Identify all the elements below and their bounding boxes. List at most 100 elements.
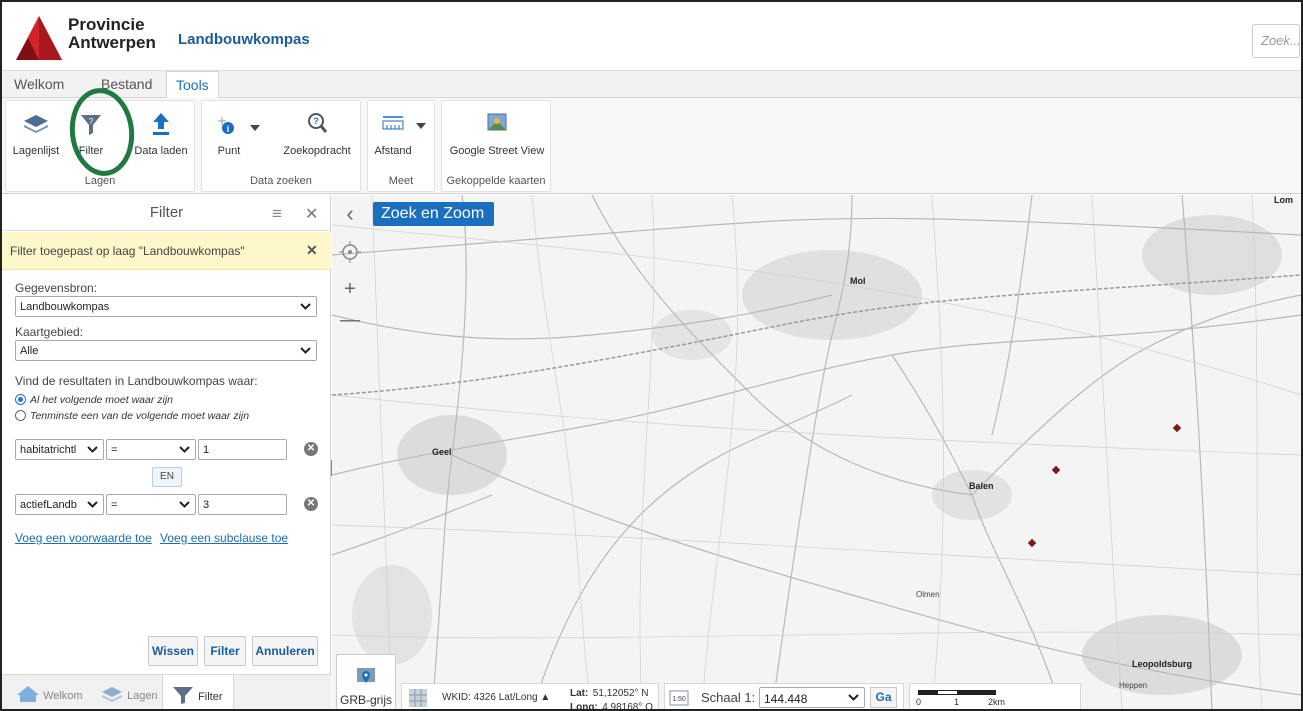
source-select[interactable]: Landbouwkompas [15, 296, 317, 317]
place-label: Heppen [1119, 681, 1148, 690]
long-label: Long: [570, 702, 598, 711]
add-condition-link[interactable]: Voeg een voorwaarde toe [15, 531, 152, 545]
add-subclause-link[interactable]: Voeg een subclause toe [160, 531, 288, 545]
go-button[interactable]: Ga [870, 687, 897, 708]
source-select-value: Landbouwkompas [20, 301, 110, 313]
tab-tools[interactable]: Tools [166, 71, 219, 99]
zoom-out-button[interactable]: — [338, 309, 362, 333]
source-label: Gegevensbron: [15, 281, 98, 295]
zoekopdracht-label: Zoekopdracht [283, 145, 351, 157]
remove-condition-icon[interactable]: ✕ [304, 497, 318, 511]
app-title[interactable]: Landbouwkompas [178, 31, 310, 48]
place-label: Balen [969, 481, 994, 491]
filter-label: Filter [78, 145, 104, 157]
zoek-en-zoom-button[interactable]: Zoek en Zoom [373, 202, 495, 226]
ribbon-group-meet-label: Meet [388, 175, 414, 187]
zoom-in-button[interactable]: + [338, 278, 362, 302]
remove-condition-icon[interactable]: ✕ [304, 442, 318, 456]
radio-any-dot[interactable] [15, 410, 26, 421]
chevron-down-icon [848, 691, 859, 703]
coordinate-display: WKID: 4326 Lat/Long ▲ Lat: 51,12052° N L… [401, 683, 659, 711]
filter-notice: Filter toegepast op laag "Landbouwkompas… [2, 232, 331, 270]
home-icon [17, 686, 39, 702]
notice-close-icon[interactable]: ✕ [306, 242, 318, 259]
google-street-view-button[interactable]: Google Street View [444, 111, 550, 157]
provincie-logo-icon [16, 16, 62, 60]
area-label: Kaartgebied: [15, 325, 84, 339]
google-street-view-label: Google Street View [449, 145, 545, 157]
scale-select[interactable]: 144.448 [759, 687, 865, 708]
panel-tab-welkom[interactable]: Welkom [16, 685, 83, 703]
condition-operator-value: = [111, 499, 118, 511]
panel-tab-lagen[interactable]: Lagen [100, 685, 158, 703]
map-pin-icon [357, 668, 375, 683]
street-view-icon [487, 113, 507, 131]
ruler-icon [382, 116, 404, 130]
clear-button[interactable]: Wissen [148, 636, 198, 666]
condition-value-input[interactable]: 3 [198, 494, 287, 515]
afstand-dropdown-icon[interactable] [416, 123, 426, 129]
radio-any[interactable]: Tenminste een van de volgende moet waar … [15, 410, 249, 422]
scalebar-label: 1 [954, 697, 960, 707]
long-value: 4,98168° O [602, 702, 653, 711]
condition-field-value: actiefLandb [20, 499, 77, 511]
condition-field-select[interactable]: actiefLandb [15, 494, 104, 515]
point-info-icon: i [218, 117, 234, 134]
condition-operator-select[interactable]: = [106, 494, 196, 515]
panel-tab-welkom-label: Welkom [43, 690, 83, 702]
panel-menu-icon[interactable]: ≡ [272, 204, 282, 224]
place-label: Olmen [916, 590, 940, 599]
afstand-button[interactable]: Afstand [372, 111, 414, 157]
scale-label: Schaal 1: [701, 690, 756, 705]
locate-icon[interactable] [338, 240, 362, 264]
panel-header: Filter ≡ ✕ [2, 195, 331, 231]
condition-field-select[interactable]: habitatrichtl [15, 439, 104, 460]
search-query-icon: ? [308, 113, 328, 133]
chevron-down-icon [87, 443, 98, 455]
punt-button[interactable]: i Punt [208, 111, 250, 157]
ribbon-group-data-zoeken-label: Data zoeken [250, 175, 312, 187]
org-name-line1: Provincie [68, 15, 145, 34]
wkid-text: WKID: 4326 Lat/Long [442, 692, 538, 703]
condition-operator-select[interactable]: = [106, 439, 196, 460]
ribbon-group-lagen-label: Lagen [84, 175, 116, 187]
panel-tab-filter[interactable]: Filter [162, 675, 234, 709]
scalebar: 0 1 2km [909, 683, 1081, 709]
condition-value-input[interactable]: 1 [198, 439, 287, 460]
collapse-panel-button[interactable]: ‹ [338, 203, 362, 227]
panel-tab-lagen-label: Lagen [127, 690, 158, 702]
wkid-selector[interactable]: WKID: 4326 Lat/Long ▲ [442, 692, 550, 703]
scalebar-label: 0 [916, 697, 922, 707]
tab-welkom[interactable]: Welkom [14, 76, 64, 92]
joiner-button[interactable]: EN [152, 467, 182, 487]
cancel-button[interactable]: Annuleren [252, 636, 318, 666]
radio-all-dot[interactable] [15, 394, 26, 405]
panel-close-icon[interactable]: ✕ [305, 204, 318, 224]
chevron-down-icon [179, 443, 190, 455]
area-select-value: Alle [20, 345, 39, 357]
svg-text:i: i [227, 124, 230, 134]
ribbon-group-meet: Afstand Meet [367, 100, 435, 192]
place-label: Leopoldsburg [1132, 659, 1192, 669]
apply-filter-button[interactable]: Filter [204, 636, 246, 666]
area-select[interactable]: Alle [15, 340, 317, 361]
punt-dropdown-icon[interactable] [250, 125, 260, 131]
scalebar-label: 2km [988, 697, 1006, 707]
radio-all[interactable]: Al het volgende moet waar zijn [15, 394, 173, 406]
search-input[interactable]: Zoek... [1252, 24, 1300, 58]
filter-icon [173, 687, 193, 704]
panel-tab-bar: Welkom Lagen Filter [2, 674, 331, 709]
basemap-switcher[interactable]: GRB-grijs [336, 654, 396, 709]
zoekopdracht-button[interactable]: ? Zoekopdracht [278, 111, 356, 157]
tab-bestand[interactable]: Bestand [101, 76, 152, 92]
ribbon-group-gekoppelde-kaarten: Google Street View Gekoppelde kaarten [441, 100, 551, 192]
filter-button[interactable]: ? Filter [69, 111, 113, 157]
org-name-line2: Antwerpen [68, 33, 156, 52]
data-laden-button[interactable]: Data laden [130, 111, 192, 157]
place-label: Geel [432, 447, 452, 457]
radio-any-label: Tenminste een van de volgende moet waar … [30, 410, 250, 422]
ribbon-group-lagen: Lagenlijst ? Filter Data laden Lagen [5, 100, 195, 192]
map-view[interactable]: ‹ Zoek en Zoom + — Mol Geel Balen Olmen … [332, 195, 1301, 709]
org-name: Provincie Antwerpen [68, 16, 168, 52]
lagenlijst-button[interactable]: Lagenlijst [8, 111, 64, 157]
